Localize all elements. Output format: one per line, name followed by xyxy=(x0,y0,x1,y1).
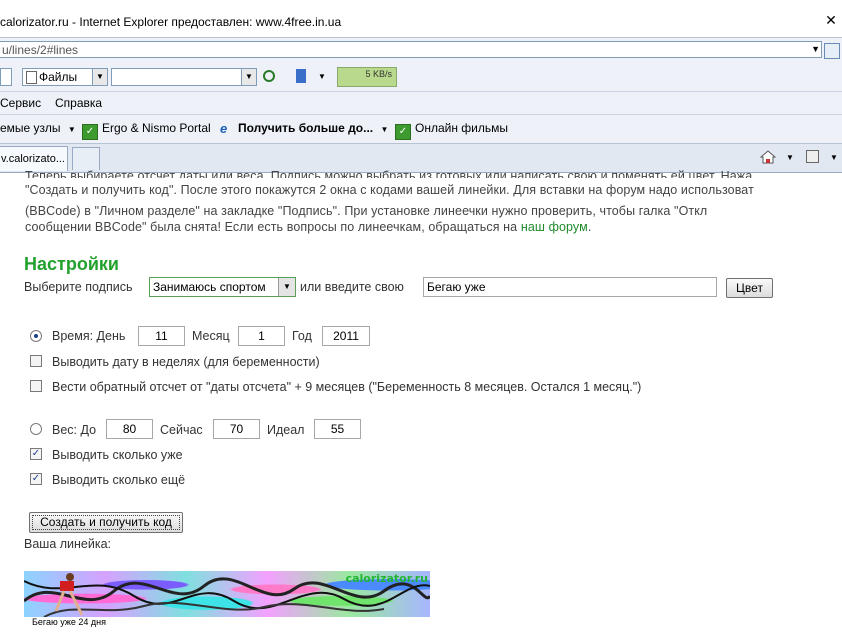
menu-bar: Сервис Справка xyxy=(0,92,842,115)
links-item-sites[interactable]: емые узлы ▼ xyxy=(0,121,76,135)
ruler-caption: Бегаю уже 24 дня xyxy=(32,617,106,627)
weight-radio[interactable] xyxy=(30,423,42,435)
time-radio[interactable] xyxy=(30,330,42,342)
file-icon xyxy=(26,71,37,84)
chevron-down-icon[interactable]: ▼ xyxy=(318,72,326,81)
your-ruler-label: Ваша линейка: xyxy=(24,537,112,551)
weight-now-label: Сейчас xyxy=(160,423,203,437)
speed-indicator: 5 KB/s xyxy=(337,67,397,87)
settings-heading: Настройки xyxy=(24,254,119,274)
refresh-icon[interactable] xyxy=(824,43,840,59)
address-dropdown-icon[interactable]: ▼ xyxy=(811,44,820,54)
signature-select-value: Занимаюсь спортом xyxy=(153,280,266,294)
links-bar: емые узлы ▼ ✓ Ergo & Nismo Portal e Получи… xyxy=(0,115,842,144)
weight-from-label: Вес: До xyxy=(52,423,97,437)
forum-link[interactable]: наш форум xyxy=(521,220,588,234)
year-input[interactable]: 2011 xyxy=(322,326,370,346)
or-enter-label: или введите свою xyxy=(300,280,404,294)
how-much-done-checkbox[interactable]: ✓ xyxy=(30,448,42,460)
new-tab-button[interactable] xyxy=(72,147,100,170)
chevron-down-icon: ▼ xyxy=(241,69,256,85)
weight-ideal-input[interactable]: 55 xyxy=(314,419,361,439)
chevron-down-icon: ▼ xyxy=(278,278,295,296)
files-dropdown-label: Файлы xyxy=(39,70,78,84)
menu-help[interactable]: Справка xyxy=(55,96,102,110)
ie-icon: e xyxy=(220,121,228,136)
runner-figure xyxy=(54,573,84,616)
intro-line-4: сообщении BBCode" была снята! Если есть … xyxy=(25,220,592,234)
chevron-down-icon[interactable]: ▼ xyxy=(830,153,838,162)
check-icon: ✓ xyxy=(395,124,411,140)
custom-signature-input[interactable]: Бегаю уже xyxy=(423,277,717,297)
links-item-ergo[interactable]: ✓ Ergo & Nismo Portal xyxy=(82,121,211,140)
month-label: Месяц xyxy=(192,329,230,343)
chevron-down-icon: ▼ xyxy=(380,125,389,134)
search-icon[interactable] xyxy=(263,70,275,82)
files-dropdown[interactable]: Файлы ▼ xyxy=(22,68,108,86)
how-much-left-checkbox[interactable]: ✓ xyxy=(30,473,42,485)
menu-service[interactable]: Сервис xyxy=(0,96,41,110)
choose-signature-label: Выберите подпись xyxy=(24,280,133,294)
toolbar-field-left[interactable] xyxy=(0,68,12,86)
close-icon[interactable]: ✕ xyxy=(823,12,839,28)
weight-start-input[interactable]: 80 xyxy=(106,419,153,439)
chevron-down-icon: ▼ xyxy=(92,69,107,85)
address-input[interactable]: u/lines/2#lines xyxy=(0,41,822,58)
month-input[interactable]: 1 xyxy=(238,326,285,346)
time-day-label: Время: День xyxy=(52,329,126,343)
how-much-left-label: Выводить сколько ещё xyxy=(52,473,186,487)
chevron-down-icon[interactable]: ▼ xyxy=(786,153,794,162)
year-label: Год xyxy=(292,329,312,343)
links-item-movies[interactable]: ✓ Онлайн фильмы xyxy=(395,121,508,140)
weight-ideal-label: Идеал xyxy=(267,423,305,437)
check-icon: ✓ xyxy=(82,124,98,140)
toolbar: Файлы ▼ ▼ ▼ 5 KB/s xyxy=(0,63,842,92)
color-button[interactable]: Цвет xyxy=(726,278,773,298)
intro-line-1: Теперь выбираете отсчет даты или веса. П… xyxy=(25,169,753,178)
weight-now-input[interactable]: 70 xyxy=(213,419,260,439)
rss-icon[interactable] xyxy=(806,150,819,163)
chevron-down-icon: ▼ xyxy=(67,125,76,134)
home-icon[interactable] xyxy=(760,150,776,164)
create-code-button[interactable]: Создать и получить код xyxy=(29,512,183,533)
countdown-checkbox[interactable] xyxy=(30,380,42,392)
day-input[interactable]: 11 xyxy=(138,326,185,346)
address-bar: u/lines/2#lines ▼ xyxy=(0,37,842,64)
how-much-done-label: Выводить сколько уже xyxy=(52,448,183,462)
weeks-checkbox[interactable] xyxy=(30,355,42,367)
intro-line-2: "Создать и получить код". После этого по… xyxy=(25,183,754,197)
links-item-more[interactable]: e Получить больше до... ▼ xyxy=(220,121,389,136)
signature-select[interactable]: Занимаюсь спортом ▼ xyxy=(149,277,296,297)
window-title: calorizator.ru - Internet Explorer предо… xyxy=(0,15,342,29)
countdown-label: Вести обратный отсчет от "даты отсчета" … xyxy=(52,380,642,394)
intro-line-3: (BBCode) в "Личном разделе" на закладке … xyxy=(25,204,708,218)
ruler-brand: calorizator.ru xyxy=(345,572,428,585)
ruler-image: calorizator.ru xyxy=(24,571,430,617)
title-bar: calorizator.ru - Internet Explorer предо… xyxy=(0,0,842,36)
toolbar-search-input[interactable]: ▼ xyxy=(111,68,257,86)
tab-calorizator[interactable]: v.calorizato... xyxy=(0,146,68,171)
weeks-label: Выводить дату в неделях (для беременност… xyxy=(52,355,320,369)
download-icon[interactable] xyxy=(296,69,306,83)
